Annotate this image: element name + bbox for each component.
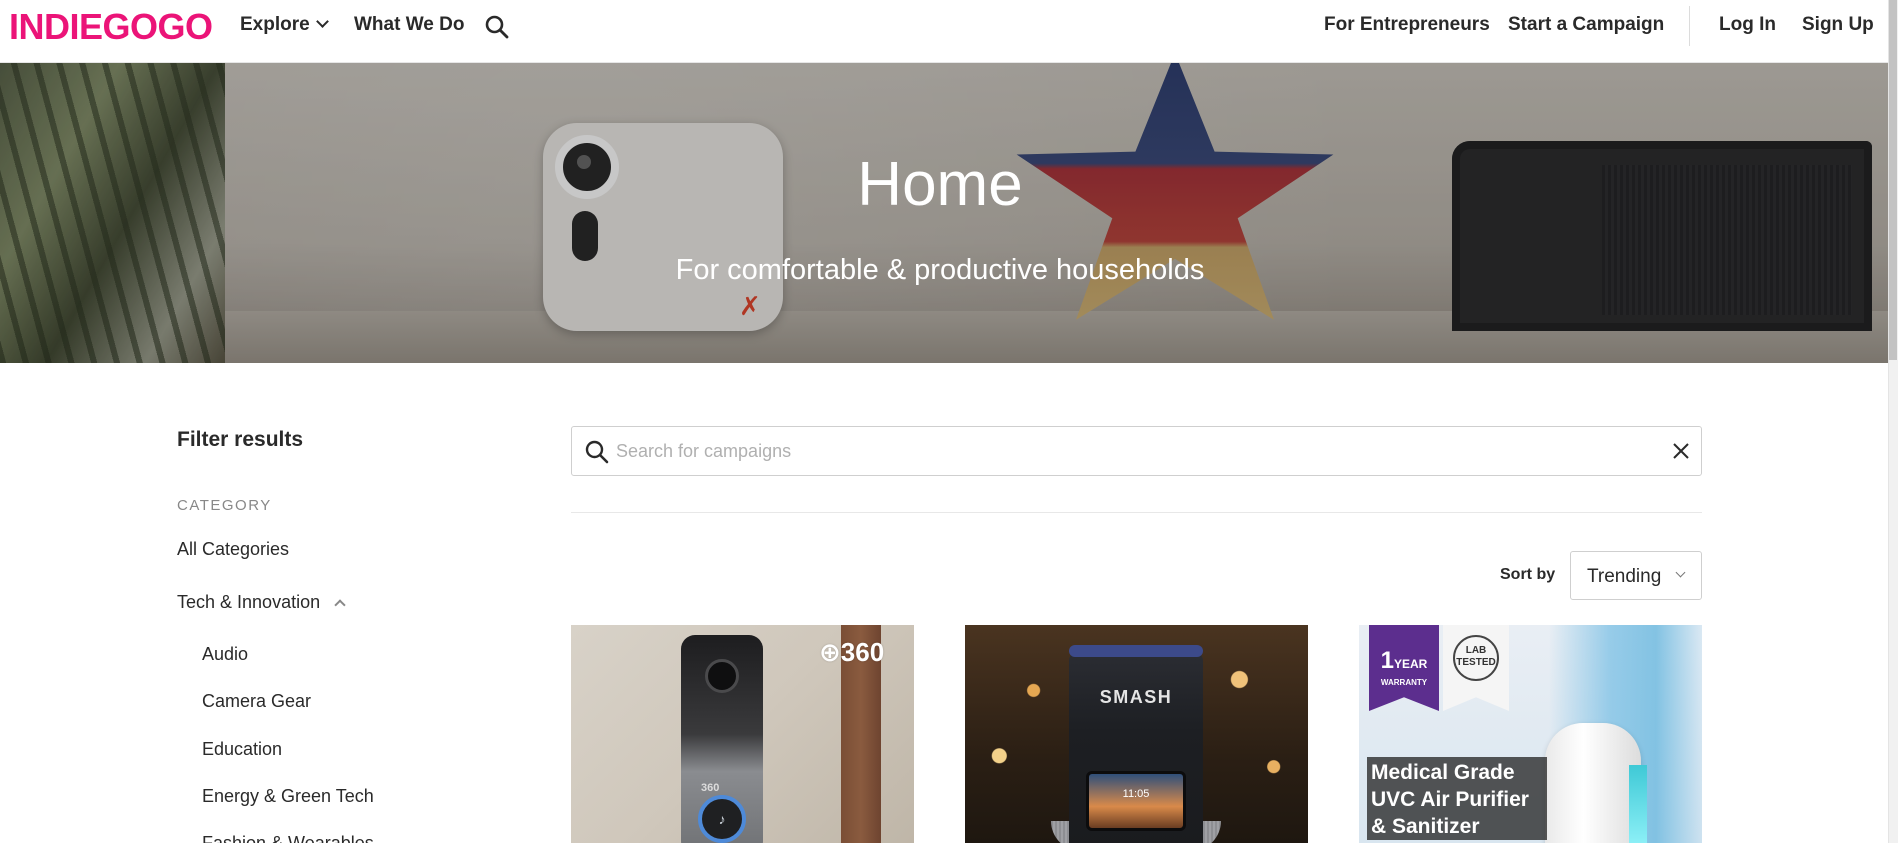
campaign-search-box[interactable]	[571, 426, 1702, 476]
smash-brand-text: SMASH	[1099, 687, 1173, 707]
lab-tested-badge: LAB TESTED	[1443, 625, 1509, 711]
scrollbar-thumb[interactable]	[1889, 0, 1897, 360]
explore-label: Explore	[240, 14, 310, 35]
subcategory-education[interactable]: Education	[202, 739, 282, 760]
nav-divider	[1689, 6, 1690, 46]
chevron-down-icon	[1675, 567, 1686, 578]
campaign-card-air-purifier[interactable]: 1YEAR WARRANTY LAB TESTED Medical Grade …	[1359, 625, 1702, 843]
doorbell-image: 360 ♪	[681, 635, 763, 843]
category-label: CATEGORY	[177, 497, 272, 514]
signup-link[interactable]: Sign Up	[1802, 14, 1874, 36]
login-link[interactable]: Log In	[1719, 14, 1776, 36]
search-icon[interactable]	[484, 14, 510, 40]
subcategory-camera-gear[interactable]: Camera Gear	[202, 691, 311, 712]
sort-by-label: Sort by	[1500, 566, 1556, 583]
air-purifier-image	[1545, 723, 1641, 843]
warranty-badge: 1YEAR WARRANTY	[1369, 625, 1439, 711]
content-divider	[571, 512, 1702, 513]
explore-menu[interactable]: Explore	[240, 14, 329, 36]
hero-subtitle: For comfortable & productive households	[675, 254, 1205, 286]
subcategory-fashion-wearables[interactable]: Fashion & Wearables	[202, 833, 374, 843]
sort-dropdown[interactable]: Trending	[1570, 551, 1702, 600]
hero-title: Home	[857, 150, 1023, 219]
smash-device-image: SMASH 11:05	[1069, 645, 1203, 843]
top-navigation: INDIEGOGO Explore What We Do For Entrepr…	[0, 0, 1888, 63]
campaign-headline: Medical Grade UVC Air Purifier & Sanitiz…	[1367, 757, 1547, 840]
category-all[interactable]: All Categories	[177, 539, 289, 560]
category-tech-innovation[interactable]: Tech & Innovation	[177, 592, 346, 613]
search-input[interactable]	[616, 435, 1636, 467]
page-scrollbar[interactable]	[1888, 0, 1898, 843]
indiegogo-logo[interactable]: INDIEGOGO	[9, 6, 213, 48]
chevron-up-icon	[334, 599, 346, 611]
for-entrepreneurs-link[interactable]: For Entrepreneurs	[1324, 14, 1490, 36]
sort-value: Trending	[1587, 566, 1662, 587]
campaign-card-smash[interactable]: SMASH 11:05	[965, 625, 1308, 843]
close-icon[interactable]	[1672, 442, 1690, 460]
what-we-do-link[interactable]: What We Do	[354, 14, 464, 36]
bell-icon: ♪	[698, 795, 746, 843]
smash-screen: 11:05	[1086, 771, 1186, 831]
category-tech-label: Tech & Innovation	[177, 592, 321, 612]
brand-logo-360: ⊕360	[819, 637, 885, 667]
subcategory-audio[interactable]: Audio	[202, 644, 248, 665]
search-icon	[585, 440, 609, 464]
campaign-card-doorbell[interactable]: ⊕360 360 ♪	[571, 625, 914, 843]
chevron-down-icon	[315, 15, 329, 28]
subcategory-energy-green-tech[interactable]: Energy & Green Tech	[202, 786, 374, 807]
filter-results-heading: Filter results	[177, 428, 304, 451]
start-campaign-link[interactable]: Start a Campaign	[1508, 14, 1664, 36]
hero-banner: ✗ Home For comfortable & productive hous…	[0, 63, 1888, 363]
